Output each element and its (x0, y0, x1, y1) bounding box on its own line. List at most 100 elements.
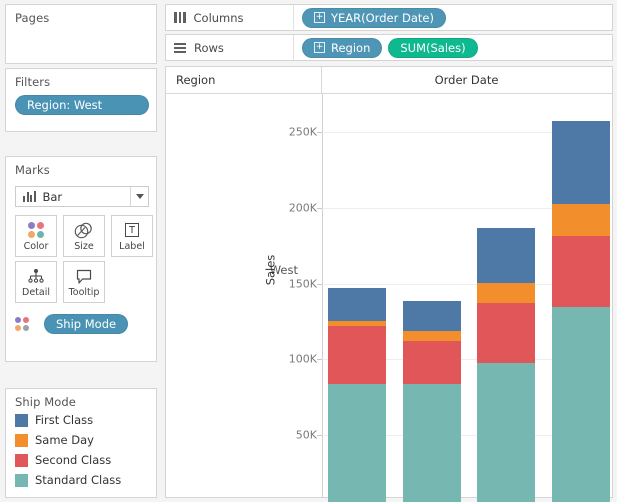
mark-type-dropdown[interactable]: Bar (15, 186, 149, 207)
rows-label: Rows (194, 40, 224, 55)
marks-tooltip-label: Tooltip (68, 287, 100, 298)
pages-card: Pages (5, 4, 157, 64)
legend-item-label: Same Day (35, 433, 94, 447)
marks-label-label: Label (119, 241, 145, 252)
plot-area: 0K50K100K150K200K250K 2021202220232024 (289, 94, 612, 502)
legend-title: Ship Mode (15, 395, 76, 409)
legend-swatch (15, 413, 28, 427)
marks-pill-label: Ship Mode (56, 317, 117, 331)
bar-2022[interactable] (403, 94, 461, 502)
tooltip-bubble-icon (74, 266, 94, 286)
rows-icon (174, 42, 186, 53)
rows-shelf-name: Rows (166, 35, 294, 60)
legend-swatch (15, 433, 28, 447)
bar-segment[interactable] (477, 228, 535, 284)
filter-pill-region[interactable]: Region: West (15, 95, 149, 115)
bar-segment[interactable] (477, 362, 535, 502)
marks-detail-label: Detail (22, 287, 50, 298)
columns-label: Columns (193, 10, 244, 25)
plus-box-icon[interactable]: + (314, 12, 325, 23)
marks-tooltip-button[interactable]: Tooltip (63, 261, 105, 303)
y-tick-label: 50K (295, 428, 317, 442)
pill-label: YEAR(Order Date) (331, 10, 434, 25)
bar-2024[interactable] (552, 94, 610, 502)
legend-swatch (15, 473, 28, 487)
y-axis-title: Sales (263, 254, 278, 285)
label-text-icon: T (125, 220, 139, 240)
y-tick-label: 150K (288, 277, 317, 291)
y-tick-label: 100K (288, 352, 317, 366)
legend-item-standard-class[interactable]: Standard Class (15, 473, 121, 487)
bar-2021[interactable] (328, 94, 386, 502)
detail-hierarchy-icon (26, 266, 46, 286)
bar-segment[interactable] (403, 301, 461, 331)
columns-shelf[interactable]: Columns + YEAR(Order Date) (165, 4, 613, 31)
mark-type-value: Bar (42, 189, 63, 204)
bar-segment[interactable] (552, 204, 610, 237)
bar-segment[interactable] (328, 287, 386, 321)
y-tick-label: 250K (288, 125, 317, 139)
y-tick-mark (317, 435, 322, 437)
left-sidebar: Pages Filters Region: West Marks Bar Col… (0, 0, 161, 502)
color-dots-icon (28, 220, 44, 240)
tableau-worksheet: Pages Filters Region: West Marks Bar Col… (0, 0, 617, 502)
row-header-west: West (269, 262, 298, 277)
size-circles-icon (74, 220, 94, 240)
bar-segment[interactable] (328, 320, 386, 327)
bar-segment[interactable] (477, 302, 535, 363)
bar-segment[interactable] (552, 236, 610, 307)
filters-title: Filters (15, 75, 51, 89)
columns-icon (174, 12, 186, 23)
bar-segment[interactable] (552, 306, 610, 502)
columns-pill-area: + YEAR(Order Date) (294, 7, 446, 28)
legend-item-label: Standard Class (35, 473, 122, 487)
rows-pill-area: + Region SUM(Sales) (294, 37, 478, 58)
marks-label-button[interactable]: T Label (111, 215, 153, 257)
legend-item-second-class[interactable]: Second Class (15, 453, 111, 467)
pages-title: Pages (15, 11, 50, 25)
y-tick-label: 200K (288, 201, 317, 215)
pill-region[interactable]: + Region (302, 37, 383, 58)
legend-item-first-class[interactable]: First Class (15, 413, 93, 427)
bar-segment[interactable] (552, 121, 610, 205)
legend-item-same-day[interactable]: Same Day (15, 433, 94, 447)
filter-pill-label: Region: West (27, 98, 103, 112)
marks-color-button[interactable]: Color (15, 215, 57, 257)
chevron-down-icon[interactable] (130, 187, 148, 206)
bar-mark-icon (23, 191, 36, 202)
pill-sum-sales[interactable]: SUM(Sales) (388, 37, 478, 58)
bar-segment[interactable] (328, 384, 386, 502)
rows-shelf[interactable]: Rows + Region SUM(Sales) (165, 34, 613, 61)
column-field-header: Order Date (434, 73, 499, 87)
bar-segment[interactable] (403, 384, 461, 502)
legend-swatch (15, 453, 28, 467)
marks-detail-button[interactable]: Detail (15, 261, 57, 303)
marks-size-label: Size (74, 241, 94, 252)
header-divider-vertical (321, 67, 322, 93)
marks-size-button[interactable]: Size (63, 215, 105, 257)
bar-segment[interactable] (477, 283, 535, 303)
legend-item-label: Second Class (35, 453, 112, 467)
y-tick-mark (317, 207, 322, 209)
viz-pane: Region Order Date West Sales 0K50K100K15… (165, 66, 613, 502)
bar-2023[interactable] (477, 94, 535, 502)
bar-segment[interactable] (328, 326, 386, 385)
y-tick-mark (317, 132, 322, 133)
color-legend-card: Ship Mode First Class Same Day Second Cl… (5, 388, 157, 498)
filters-card: Filters Region: West (5, 68, 157, 132)
color-dots-icon (15, 317, 29, 331)
pill-label: SUM(Sales) (400, 40, 466, 55)
bar-segment[interactable] (403, 330, 461, 342)
y-tick-mark (317, 283, 322, 285)
y-tick-mark (317, 359, 322, 361)
pill-year-order-date[interactable]: + YEAR(Order Date) (302, 7, 446, 28)
columns-shelf-name: Columns (166, 5, 294, 30)
marks-pill-ship-mode[interactable]: Ship Mode (44, 314, 129, 334)
marks-color-label: Color (23, 241, 49, 252)
legend-item-label: First Class (35, 413, 94, 427)
marks-card: Marks Bar Color Size T Label Detail Tool… (5, 156, 157, 362)
y-axis-line (322, 94, 323, 497)
marks-title: Marks (15, 163, 50, 177)
plus-box-icon[interactable]: + (314, 42, 325, 53)
bar-segment[interactable] (403, 341, 461, 385)
